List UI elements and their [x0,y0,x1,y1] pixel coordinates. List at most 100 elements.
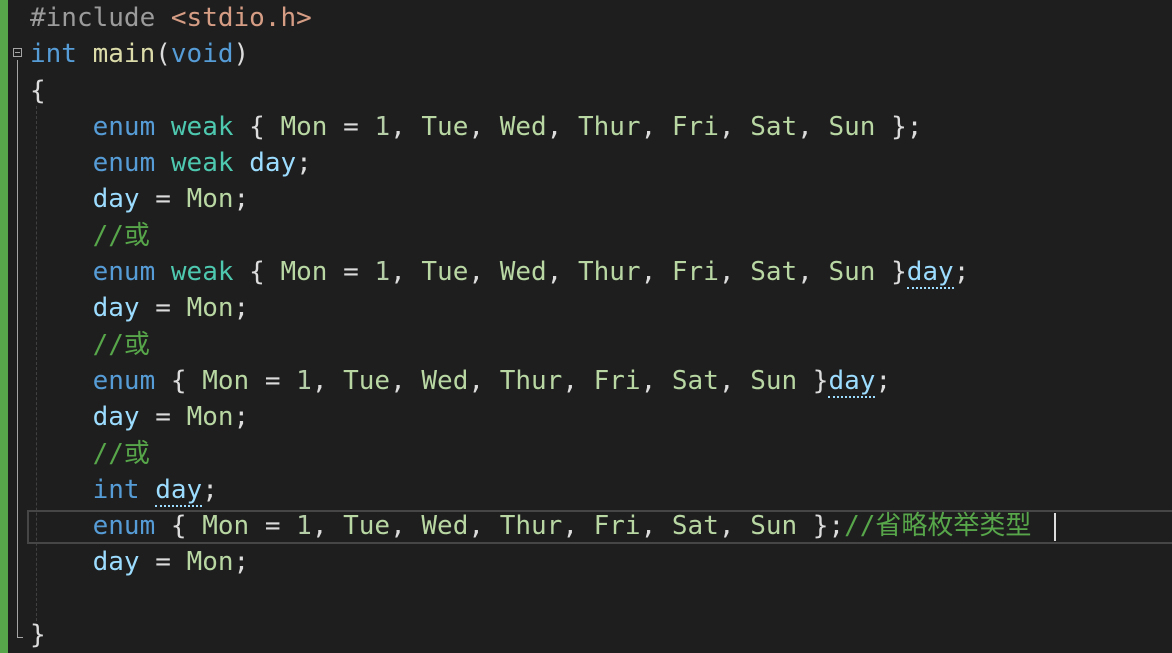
code-token: = [139,293,187,324]
code-token: = [327,257,375,288]
code-token: Fri [593,511,641,542]
code-token: } [797,365,829,396]
code-area[interactable]: #include <stdio.h> int main(void){ enum w… [30,0,1031,653]
code-token: Fri [671,111,719,142]
code-token: , [562,365,594,396]
code-line[interactable]: //或 [30,218,1031,254]
code-token: Wed [421,365,469,396]
code-line[interactable]: } [30,617,1031,653]
code-token: enum [92,111,156,142]
code-token: Mon [202,511,250,542]
code-token: , [468,111,500,142]
code-token: } [875,257,907,288]
code-line[interactable]: enum weak day; [30,145,1031,181]
code-line[interactable]: enum weak { Mon = 1, Tue, Wed, Thur, Fri… [30,109,1031,145]
code-token: Fri [593,365,641,396]
code-token: Sun [828,111,876,142]
code-line[interactable]: int main(void) [30,36,1031,72]
code-token: Mon [186,402,234,433]
code-token: enum [92,148,156,179]
code-token: Mon [280,111,328,142]
code-token: day [906,257,954,290]
code-token: day [92,184,140,215]
code-line[interactable] [30,581,1031,617]
code-token: main [92,39,156,70]
code-token: = [327,111,375,142]
code-token: = [139,184,187,215]
code-token: void [170,39,234,70]
code-token: Tue [421,111,469,142]
code-token: ; [953,257,970,288]
code-token: Sun [750,365,798,396]
code-token: Tue [343,365,391,396]
code-token: ; [296,148,312,179]
code-token: = [249,365,297,396]
code-line[interactable]: day = Mon; [30,399,1031,435]
code-token: weak [170,111,234,142]
code-token: ; [233,402,250,433]
code-token: = [139,402,187,433]
code-token: , [718,511,751,542]
code-token: , [546,111,578,142]
code-token: enum [92,257,156,288]
code-line[interactable]: enum weak { Mon = 1, Tue, Wed, Thur, Fri… [30,254,1031,290]
code-line[interactable]: day = Mon; [30,181,1031,217]
fold-region-end [17,637,23,638]
code-line[interactable]: day = Mon; [30,544,1031,580]
code-token: day [92,402,140,433]
code-line[interactable]: day = Mon; [30,290,1031,326]
code-line[interactable]: enum { Mon = 1, Tue, Wed, Thur, Fri, Sat… [30,508,1032,544]
code-token: ; [233,293,250,324]
code-token: , [797,257,829,288]
code-line[interactable]: //或 [30,436,1031,472]
code-token: Sat [750,111,798,142]
change-tracking-bar [0,0,8,653]
code-token: , [468,511,500,542]
code-token: }; [875,111,923,142]
code-token: Mon [202,365,250,396]
code-token: //或 [92,438,150,469]
code-token: , [311,511,344,542]
code-token: Mon [280,257,328,288]
code-line[interactable]: enum { Mon = 1, Tue, Wed, Thur, Fri, Sat… [30,363,1031,399]
collapse-minus-icon[interactable] [13,48,22,57]
code-token: Wed [499,111,547,142]
code-token: enum [92,365,156,396]
code-line[interactable]: int day; [30,472,1031,508]
code-token: Tue [343,511,391,542]
code-token: Thur [499,365,563,396]
code-token: #include [30,3,171,33]
text-caret [1054,513,1056,541]
code-token: ; [233,547,250,578]
fold-region-line [17,60,18,638]
code-token: Fri [671,257,719,288]
code-token: , [390,511,422,542]
code-token: ; [202,474,218,505]
code-token: , [546,257,578,288]
code-line[interactable]: { [30,73,1031,109]
code-editor[interactable]: #include <stdio.h> int main(void){ enum w… [0,0,1172,653]
code-token: , [718,111,751,142]
code-token: Sat [671,365,719,396]
code-token: , [311,365,344,396]
code-line[interactable]: #include <stdio.h> [30,0,1031,36]
code-token: , [640,365,672,396]
code-token: ( [155,39,171,70]
code-token: ) [233,39,250,70]
code-token: { [30,75,46,106]
code-line[interactable]: //或 [30,327,1031,363]
code-token: 1 [374,257,391,288]
code-token: Sun [750,511,798,542]
code-token: Sun [828,257,876,288]
